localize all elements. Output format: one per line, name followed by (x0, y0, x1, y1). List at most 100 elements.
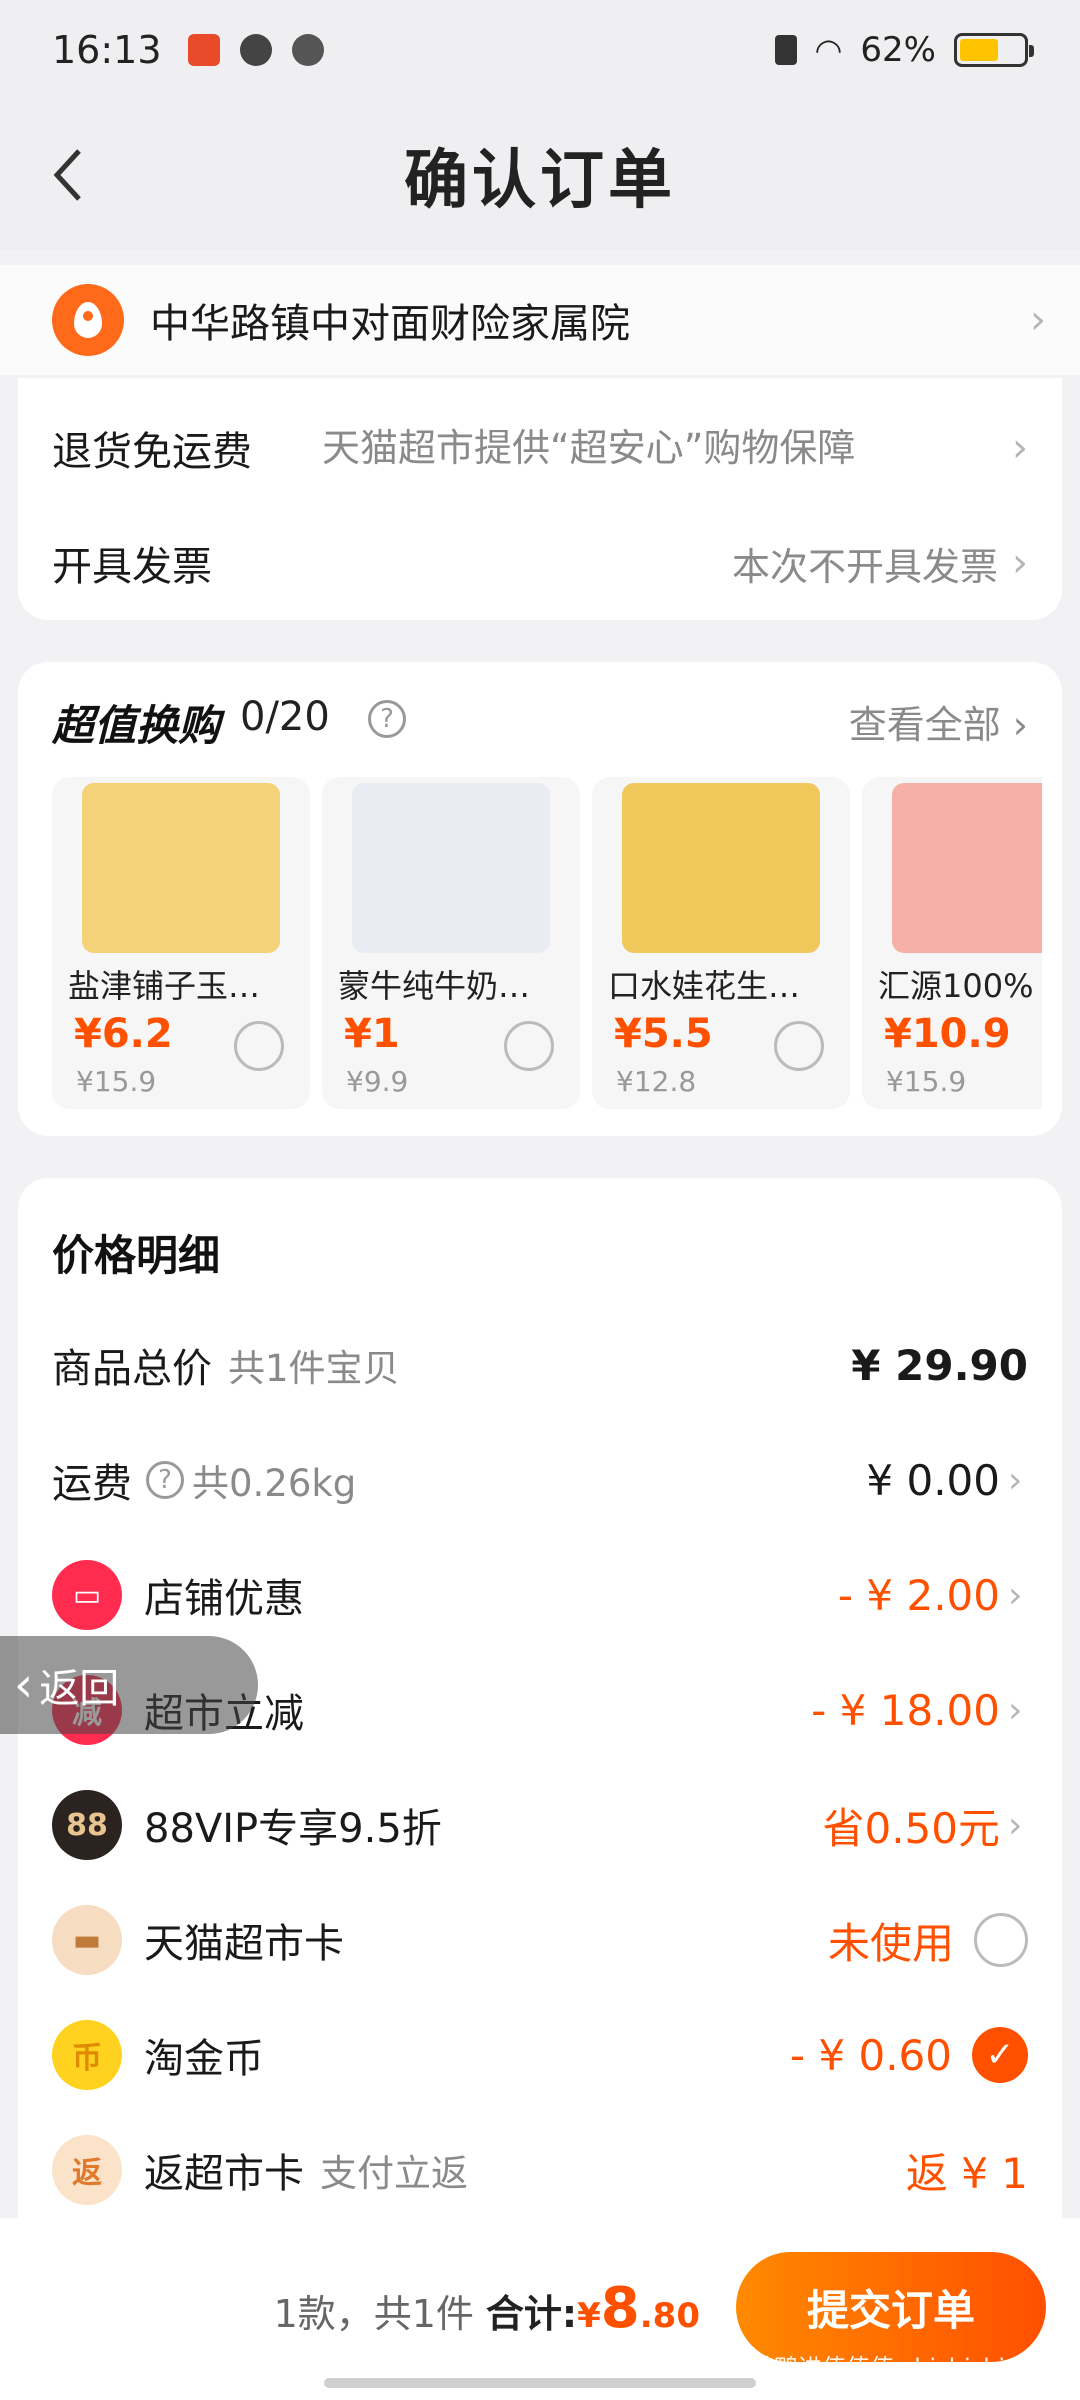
order-options-card: 退货免运费 天猫超市提供“超安心”购物保障 › 开具发票 本次不开具发票 › (18, 378, 1062, 620)
watermark: 鸭鸭进值值值 zhizhizhi.com (750, 2354, 1064, 2382)
promo-product-list: 盐津铺子玉… ¥6.2 ¥15.9 蒙牛纯牛奶… ¥1 ¥9.9 口水娃花生… … (52, 777, 1042, 1109)
select-radio[interactable] (504, 1021, 554, 1071)
view-all-link[interactable]: 查看全部 › (849, 694, 1028, 749)
coin-icon: 币 (52, 2020, 122, 2090)
coupon-icon: ▭ (52, 1560, 122, 1630)
product-name: 盐津铺子玉… (68, 967, 261, 1005)
return-shipping-value: 天猫超市提供“超安心”购物保障 (322, 426, 856, 470)
price-row-vip[interactable]: 88 88VIP专享9.5折 省0.50元 › (52, 1780, 1028, 1870)
wifi-icon: ◠ (814, 31, 843, 69)
page-title: 确认订单 (404, 144, 676, 218)
product-original-price: ¥12.8 (616, 1065, 697, 1098)
row-label: 运费 (52, 1461, 132, 1507)
row-value: - ¥ 2.00 (837, 1570, 1000, 1620)
row-value: ¥ 29.90 (851, 1340, 1028, 1390)
row-sub: 共1件宝贝 (228, 1347, 400, 1390)
home-indicator[interactable] (324, 2378, 756, 2388)
market-card-radio[interactable] (974, 1913, 1028, 1967)
return-shipping-row[interactable]: 退货免运费 天猫超市提供“超安心”购物保障 › (52, 388, 1028, 508)
product-original-price: ¥15.9 (76, 1065, 157, 1098)
product-image (82, 783, 280, 953)
price-detail-title: 价格明细 (52, 1231, 221, 1280)
help-icon[interactable]: ? (146, 1461, 184, 1499)
order-total: 1款，共1件 合计: ¥ 8 .80 (274, 2276, 700, 2341)
product-image (892, 783, 1042, 953)
chevron-left-icon: ‹ (14, 1657, 34, 1713)
bottom-bar: 1款，共1件 合计: ¥ 8 .80 提交订单 鸭鸭进值值值 zhizhizhi… (0, 2218, 1080, 2400)
page: 16:13 ◠ 62% 确认订单 中华路镇中对面财险家属院 › 退货免运费 天猫… (0, 0, 1080, 2400)
promo-product-card[interactable]: 口水娃花生… ¥5.5 ¥12.8 (592, 777, 850, 1109)
order-summary: 1款，共1件 (273, 2292, 474, 2336)
product-name: 蒙牛纯牛奶… (338, 967, 531, 1005)
product-price: ¥5.5 (614, 1011, 713, 1057)
promo-product-card[interactable]: 盐津铺子玉… ¥6.2 ¥15.9 (52, 777, 310, 1109)
row-sub: 支付立返 (320, 2152, 468, 2195)
promo-product-card[interactable]: 汇源100% ¥10.9 ¥15.9 (862, 777, 1042, 1109)
row-value: ¥ 0.00 (866, 1455, 1000, 1505)
select-radio[interactable] (234, 1021, 284, 1071)
total-integer: 8 (600, 2276, 640, 2341)
row-label: 淘金币 (144, 2036, 264, 2082)
exchange-promo-card: 超值换购 0/20 ? 查看全部 › 盐津铺子玉… ¥6.2 ¥15.9 蒙牛纯… (18, 662, 1062, 1136)
submit-label: 提交订单 (806, 2285, 975, 2335)
invoice-row[interactable]: 开具发票 本次不开具发票 › (52, 518, 1028, 608)
view-all-label: 查看全部 (848, 703, 1001, 747)
return-icon: 返 (52, 2135, 122, 2205)
status-bar: 16:13 ◠ 62% (0, 0, 1080, 100)
return-shipping-label: 退货免运费 (52, 429, 252, 475)
wechat-icon (291, 34, 324, 66)
help-icon[interactable]: ? (368, 700, 406, 738)
promo-product-card[interactable]: 蒙牛纯牛奶… ¥1 ¥9.9 (322, 777, 580, 1109)
sim-icon (774, 35, 797, 65)
header: 确认订单 (0, 100, 1080, 250)
chevron-right-icon: › (1008, 1804, 1023, 1846)
price-row-shipping[interactable]: 运费 ? 共0.26kg ¥ 0.00 › (52, 1435, 1028, 1525)
chevron-right-icon: › (1030, 297, 1046, 343)
vip-icon: 88 (52, 1790, 122, 1860)
promo-title: 超值换购 (52, 701, 221, 750)
address-text: 中华路镇中对面财险家属院 (150, 301, 630, 347)
price-row-shop-discount[interactable]: ▭ 店铺优惠 - ¥ 2.00 › (52, 1550, 1028, 1640)
invoice-label: 开具发票 (52, 544, 212, 590)
floating-back-label: 返回 (39, 1666, 120, 1712)
product-name: 口水娃花生… (608, 967, 801, 1005)
product-image (622, 783, 820, 953)
address-row[interactable]: 中华路镇中对面财险家属院 › (0, 265, 1080, 375)
select-radio[interactable] (774, 1021, 824, 1071)
floating-back-button[interactable]: ‹ 返回 (0, 1636, 258, 1734)
chevron-right-icon: › (1012, 540, 1028, 586)
row-label: 店铺优惠 (144, 1576, 304, 1622)
price-row-subtotal: 商品总价 共1件宝贝 ¥ 29.90 (52, 1320, 1028, 1410)
battery-percent: 62% (860, 30, 936, 70)
price-row-coins[interactable]: 币 淘金币 - ¥ 0.60 ✓ (52, 2010, 1028, 2100)
coins-checkbox-checked[interactable]: ✓ (972, 2027, 1028, 2083)
submit-order-button[interactable]: 提交订单 (736, 2252, 1046, 2362)
chevron-right-icon: › (1012, 425, 1028, 471)
total-label: 合计: (485, 2292, 578, 2336)
chevron-right-icon: › (1008, 1689, 1023, 1731)
chevron-right-icon: › (1008, 1574, 1023, 1616)
promo-count: 0/20 (240, 694, 330, 740)
status-app-icons (187, 34, 324, 66)
product-original-price: ¥9.9 (346, 1065, 409, 1098)
back-button[interactable] (38, 130, 98, 220)
row-label: 88VIP专享9.5折 (144, 1806, 442, 1852)
row-label: 天猫超市卡 (144, 1921, 344, 1967)
price-row-return-card: 返 返超市卡 支付立返 返 ¥ 1 (52, 2125, 1028, 2215)
row-value: 省0.50元 (822, 1803, 1000, 1853)
row-sub: 共0.26kg (192, 1462, 357, 1505)
product-original-price: ¥15.9 (886, 1065, 967, 1098)
product-price: ¥10.9 (884, 1011, 1011, 1057)
row-value: 返 ¥ 1 (905, 2148, 1028, 2198)
row-label: 返超市卡 (144, 2151, 304, 2197)
row-label: 商品总价 (52, 1346, 212, 1392)
price-row-market-card[interactable]: ▬ 天猫超市卡 未使用 (52, 1895, 1028, 1985)
battery-fill (960, 39, 999, 61)
status-time: 16:13 (52, 28, 162, 72)
product-price: ¥1 (344, 1011, 400, 1057)
total-decimal: .80 (639, 2296, 700, 2336)
notification-app-icon (187, 34, 220, 66)
product-name: 汇源100% (878, 967, 1034, 1005)
product-price: ¥6.2 (74, 1011, 173, 1057)
card-icon: ▬ (52, 1905, 122, 1975)
